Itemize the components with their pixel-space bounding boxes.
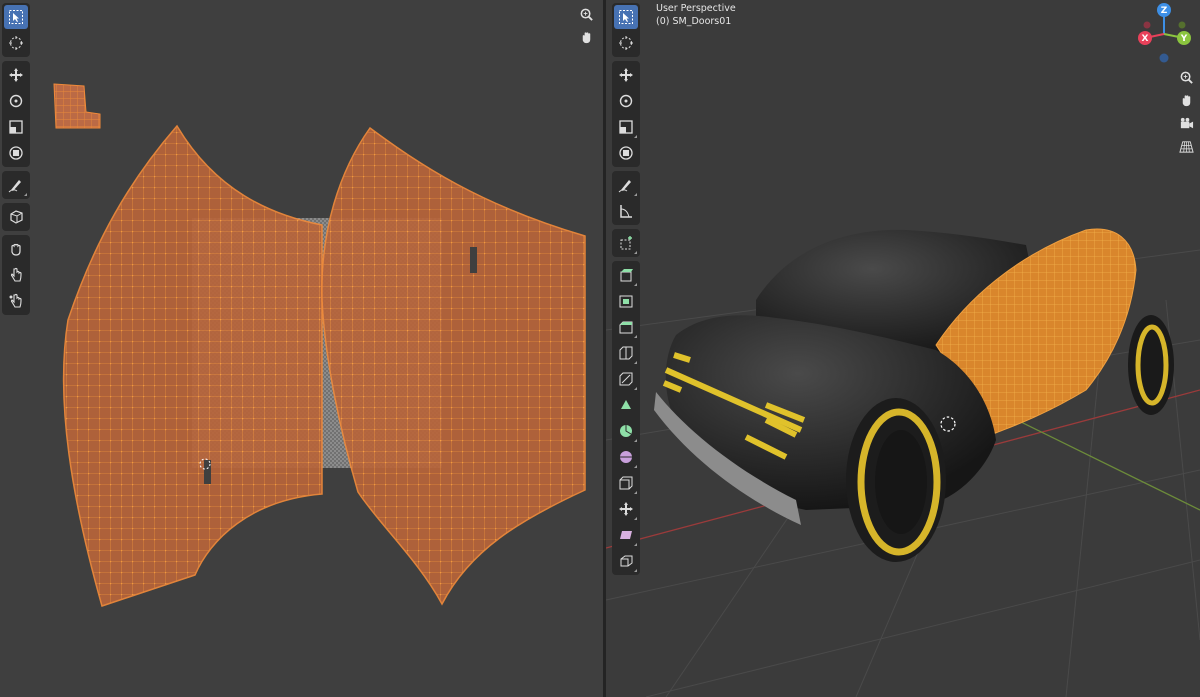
uv-toolbar — [2, 3, 30, 319]
object-info-label: (0) SM_Doors01 — [656, 16, 732, 27]
cube-rip-icon — [10, 210, 23, 224]
transform-icon — [619, 146, 633, 160]
rotate-icon — [9, 94, 23, 108]
navigation-gizmo[interactable]: Z X Y — [1138, 3, 1191, 63]
vp-cursor-tool-button[interactable] — [614, 31, 638, 55]
hand-icon — [1182, 94, 1190, 106]
gizmo-y-label: Y — [1180, 34, 1188, 44]
uv-editor-pane[interactable] — [0, 0, 603, 697]
viewport-canvas[interactable]: Z X Y — [606, 0, 1200, 697]
vp-knife-tool-button[interactable] — [614, 367, 638, 391]
vp-perspective-toggle-button[interactable] — [1175, 135, 1197, 157]
uv-island-left[interactable] — [62, 124, 323, 607]
transform-tool-button[interactable] — [4, 141, 28, 165]
cursor-icon — [9, 36, 23, 50]
scale-tool-button[interactable] — [4, 115, 28, 139]
spin-icon — [620, 425, 632, 437]
rotate-tool-button[interactable] — [4, 89, 28, 113]
view-name-label: User Perspective — [656, 3, 736, 14]
hand-icon — [582, 31, 590, 43]
relax-tool-button[interactable] — [4, 263, 28, 287]
vp-scale-tool-button[interactable] — [614, 115, 638, 139]
vp-select-tool-button[interactable] — [614, 5, 638, 29]
bevel-icon — [619, 321, 633, 334]
vp-zoom-button[interactable] — [1175, 66, 1197, 88]
vp-move-tool-button[interactable] — [614, 63, 638, 87]
measure-ruler-icon — [620, 205, 632, 218]
relax-hand-icon — [10, 267, 22, 282]
pinch-tool-button[interactable] — [4, 289, 28, 313]
camera-icon — [1180, 117, 1193, 128]
pinch-hand-icon — [9, 293, 22, 308]
smooth-sphere-icon — [620, 451, 632, 463]
gizmo-x-label: X — [1142, 34, 1149, 44]
viewport-pane[interactable]: Z X Y User Perspective (0) SM_Doors01 — [606, 0, 1200, 697]
vp-shrink-tool-button[interactable] — [614, 497, 638, 521]
shear-icon — [620, 531, 632, 539]
move-arrows-icon — [619, 68, 633, 82]
vp-camera-button[interactable] — [1175, 112, 1197, 134]
scale-icon — [9, 120, 23, 134]
grid-icon — [1178, 140, 1194, 153]
annotate-pen-icon — [618, 180, 631, 193]
vp-measure-tool-button[interactable] — [614, 199, 638, 223]
transform-icon — [9, 146, 23, 160]
loop-cut-icon — [619, 346, 633, 360]
vp-add-cube-tool-button[interactable] — [614, 231, 638, 255]
zoom-icon — [580, 8, 593, 21]
vp-inset-tool-button[interactable] — [614, 289, 638, 313]
select-arrow-icon — [619, 10, 633, 24]
vp-rotate-tool-button[interactable] — [614, 89, 638, 113]
inset-icon — [619, 295, 633, 308]
rotate-icon — [619, 94, 633, 108]
grab-hand-icon — [11, 243, 21, 256]
vp-pan-button[interactable] — [1175, 89, 1197, 111]
add-cube-icon — [620, 236, 632, 250]
vp-polybuild-tool-button[interactable] — [614, 393, 638, 417]
tweak-tool-button[interactable] — [4, 5, 28, 29]
rip-region-tool-button[interactable] — [4, 205, 28, 229]
vp-bevel-tool-button[interactable] — [614, 315, 638, 339]
vp-rip-tool-button[interactable] — [614, 549, 638, 573]
extrude-icon — [620, 269, 633, 282]
vp-edge-slide-tool-button[interactable] — [614, 471, 638, 495]
select-arrow-icon — [9, 10, 23, 24]
annotate-tool-button[interactable] — [4, 173, 28, 197]
move-tool-button[interactable] — [4, 63, 28, 87]
viewport-toolbar — [612, 3, 640, 579]
vp-loopcut-tool-button[interactable] — [614, 341, 638, 365]
cursor-icon — [619, 36, 633, 50]
gizmo-z-label: Z — [1161, 6, 1168, 16]
knife-icon — [619, 372, 633, 386]
rip-icon — [620, 555, 633, 567]
move-arrows-icon — [9, 68, 23, 82]
poly-build-icon — [621, 400, 631, 409]
zoom-icon — [1180, 71, 1193, 84]
vp-annotate-tool-button[interactable] — [614, 173, 638, 197]
uv-island-right[interactable] — [321, 126, 586, 606]
edge-slide-icon — [619, 476, 633, 490]
vp-shear-tool-button[interactable] — [614, 523, 638, 547]
scale-icon — [619, 120, 633, 134]
grab-tool-button[interactable] — [4, 237, 28, 261]
uv-canvas[interactable] — [0, 0, 603, 697]
vp-transform-tool-button[interactable] — [614, 141, 638, 165]
cursor-tool-button[interactable] — [4, 31, 28, 55]
vp-smooth-tool-button[interactable] — [614, 445, 638, 469]
uv-pan-button[interactable] — [575, 26, 597, 48]
vp-spin-tool-button[interactable] — [614, 419, 638, 443]
uv-zoom-button[interactable] — [575, 3, 597, 25]
vp-extrude-tool-button[interactable] — [614, 263, 638, 287]
uv-island-small[interactable] — [53, 83, 101, 129]
shrink-fatten-icon — [619, 502, 633, 516]
annotate-pen-icon — [8, 180, 21, 193]
